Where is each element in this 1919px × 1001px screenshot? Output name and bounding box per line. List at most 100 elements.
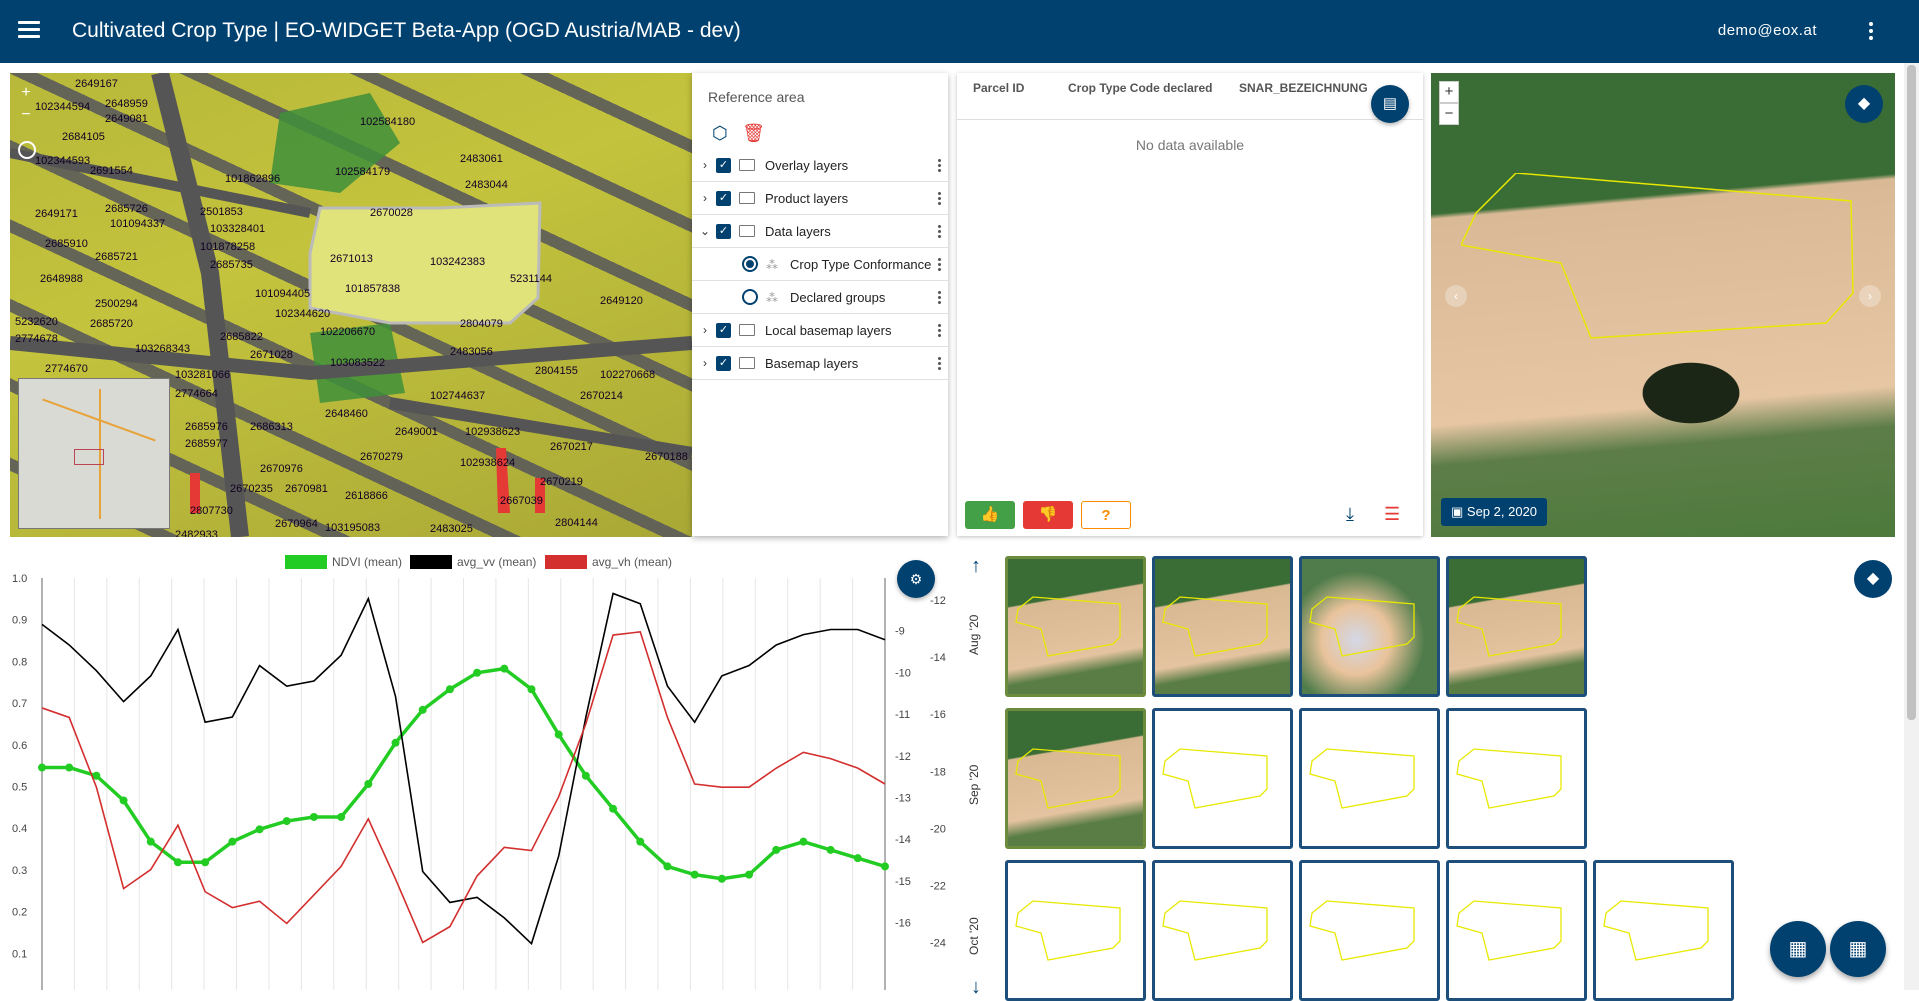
layer-options-icon[interactable] (938, 291, 942, 305)
chevron-right-icon[interactable]: › (694, 356, 716, 370)
report-icon[interactable]: ▤ (1371, 85, 1409, 123)
more-options-icon[interactable] (1867, 20, 1875, 42)
reject-button[interactable]: 👎 (1023, 501, 1073, 529)
parcel-label: 2685976 (185, 421, 228, 433)
download-icon[interactable]: ⤓ (1346, 504, 1354, 525)
time-series-tile[interactable] (1152, 708, 1293, 849)
month-label: Oct '20 (967, 917, 981, 955)
parcel-label: 2483056 (450, 346, 493, 358)
table-header: Parcel ID Crop Type Code declared SNAR_B… (957, 73, 1423, 120)
layer-radio[interactable] (742, 289, 758, 305)
right-tick-label-vv: -16 (895, 918, 911, 930)
time-series-tile[interactable] (1299, 708, 1440, 849)
column-parcel-id[interactable]: Parcel ID (973, 81, 1024, 95)
time-series-tile[interactable] (1299, 556, 1440, 697)
parcel-label: 2670219 (540, 476, 583, 488)
parcel-label: 2648988 (40, 273, 83, 285)
data-point (745, 870, 754, 879)
time-series-tile[interactable] (1446, 708, 1587, 849)
layer-options-icon[interactable] (938, 324, 942, 338)
time-series-tile[interactable] (1152, 556, 1293, 697)
clear-list-icon[interactable]: ☰ (1384, 504, 1400, 525)
parcel-label: 2685721 (95, 251, 138, 263)
time-series-tile[interactable] (1593, 860, 1734, 1001)
layer-row[interactable]: › ✓ Overlay layers (692, 149, 948, 182)
time-series-tile[interactable] (1152, 860, 1293, 1001)
satellite-image-panel[interactable]: + − ◆ ‹ › ▣ Sep 2, 2020 (1431, 73, 1895, 537)
image-date[interactable]: ▣ Sep 2, 2020 (1441, 498, 1548, 526)
parcel-label: 2648959 (105, 98, 148, 110)
parcel-label: 2618866 (345, 490, 388, 502)
draw-polygon-icon[interactable]: ⬡ (712, 123, 728, 144)
layer-checkbox[interactable]: ✓ (716, 157, 731, 173)
parcel-map[interactable]: 2649167 102344594 2648959 2649081 2684105 102… (10, 73, 692, 537)
time-series-tile[interactable] (1446, 556, 1587, 697)
scroll-up-icon[interactable]: ↑ (971, 555, 981, 578)
chevron-right-icon[interactable]: › (694, 158, 716, 172)
folder-icon (739, 225, 755, 237)
right-tick-label-vh: -14 (930, 652, 946, 664)
layer-checkbox[interactable]: ✓ (716, 190, 731, 206)
user-email[interactable]: demo@eox.at (1718, 22, 1817, 39)
parcel-label: 101862896 (225, 173, 281, 185)
overview-minimap[interactable] (18, 378, 170, 529)
layer-options-icon[interactable] (938, 258, 942, 272)
scroll-down-icon[interactable]: ↓ (971, 976, 981, 999)
layer-checkbox[interactable]: ✓ (716, 322, 731, 338)
layer-row[interactable]: ⌄ ✓ Data layers (692, 215, 948, 248)
layer-label: Product layers (765, 190, 849, 206)
layer-options-icon[interactable] (938, 225, 942, 239)
folder-icon (739, 192, 755, 204)
layer-options-icon[interactable] (938, 357, 942, 371)
table-settings-icon[interactable]: ▦ (1830, 921, 1886, 977)
layer-row[interactable]: ⁂ Declared groups (692, 281, 948, 314)
layers-icon[interactable]: ◆ (1845, 85, 1883, 123)
layer-row[interactable]: › ✓ Local basemap layers (692, 314, 948, 347)
edit-table-icon[interactable]: ▦ (1770, 921, 1826, 977)
previous-image-icon[interactable]: ‹ (1445, 285, 1467, 307)
column-crop-type-code[interactable]: Crop Type Code declared (1068, 81, 1212, 95)
map-zoom-in-button[interactable]: + (16, 83, 36, 105)
grid-layers-icon[interactable]: ◆ (1854, 560, 1892, 598)
layer-row[interactable]: ⁂ Crop Type Conformance (692, 248, 948, 281)
layer-row[interactable]: › ✓ Product layers (692, 182, 948, 215)
layer-row[interactable]: › ✓ Basemap layers (692, 347, 948, 380)
drawing-tools: ⬡ 🗑 (712, 123, 775, 144)
time-series-tile[interactable] (1005, 708, 1146, 849)
image-zoom-out-button[interactable]: − (1439, 103, 1459, 125)
unsure-button[interactable]: ? (1081, 501, 1131, 529)
page-scrollbar[interactable] (1904, 63, 1919, 990)
column-snar-bezeichnung[interactable]: SNAR_BEZEICHNUNG (1239, 81, 1368, 95)
parcel-label: 2670976 (260, 463, 303, 475)
parcel-label: 2649001 (395, 426, 438, 438)
time-series-tile[interactable] (1005, 860, 1146, 1001)
data-point (826, 845, 835, 854)
time-series-tile[interactable] (1446, 860, 1587, 1001)
chevron-right-icon[interactable]: › (694, 191, 716, 205)
parcel-label: 101094405 (255, 288, 311, 300)
left-tick-label: 0.2 (12, 907, 27, 919)
layer-checkbox[interactable]: ✓ (716, 223, 731, 239)
parcel-label: 2671028 (250, 349, 293, 361)
parcel-label: 2649120 (600, 295, 643, 307)
layer-checkbox[interactable]: ✓ (716, 355, 731, 371)
chevron-right-icon[interactable]: › (694, 323, 716, 337)
parcel-label: 2685726 (105, 203, 148, 215)
layer-options-icon[interactable] (938, 159, 942, 173)
image-zoom-in-button[interactable]: + (1439, 81, 1459, 103)
layer-radio[interactable] (742, 256, 758, 272)
next-image-icon[interactable]: › (1859, 285, 1881, 307)
time-series-tile[interactable] (1005, 556, 1146, 697)
delete-icon[interactable]: 🗑 (742, 123, 765, 144)
locate-icon[interactable] (18, 141, 36, 159)
approve-button[interactable]: 👍 (965, 501, 1015, 529)
chevron-down-icon[interactable]: ⌄ (694, 224, 716, 238)
chart-settings-icon[interactable]: ⚙ (897, 560, 935, 598)
menu-icon[interactable] (16, 18, 42, 44)
map-zoom-out-button[interactable]: − (16, 105, 36, 127)
data-point (65, 763, 74, 772)
left-tick-label: 0.5 (12, 782, 27, 794)
parcel-table-panel: Parcel ID Crop Type Code declared SNAR_B… (957, 73, 1423, 536)
time-series-tile[interactable] (1299, 860, 1440, 1001)
layer-options-icon[interactable] (938, 192, 942, 206)
